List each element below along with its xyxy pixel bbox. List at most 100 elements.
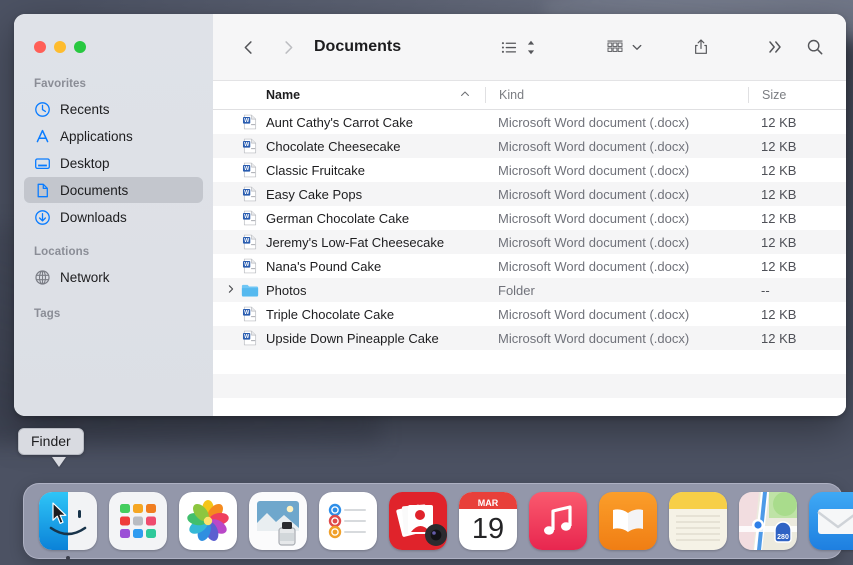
dock-item-calendar[interactable]: MAR 19 <box>459 492 517 550</box>
file-kind-cell: Folder <box>498 282 535 298</box>
download-icon <box>34 209 51 226</box>
more-chevrons-icon[interactable] <box>762 34 788 60</box>
close-button[interactable] <box>34 41 46 53</box>
file-size-cell: 12 KB <box>761 162 797 178</box>
sidebar-item-documents[interactable]: Documents <box>24 177 203 203</box>
dock-item-books[interactable] <box>599 492 657 550</box>
dock-tooltip: Finder <box>18 428 84 455</box>
column-header-kind[interactable]: Kind <box>485 87 748 103</box>
word-document-icon: W <box>240 330 260 346</box>
chevron-down-icon[interactable] <box>628 34 646 60</box>
file-name-label: Easy Cake Pops <box>266 186 363 202</box>
minimize-button[interactable] <box>54 41 66 53</box>
word-document-icon: W <box>240 234 260 250</box>
share-icon[interactable] <box>688 34 714 60</box>
word-document-icon: W <box>240 186 260 202</box>
file-name-label: Jeremy's Low-Fat Cheesecake <box>266 234 445 250</box>
file-size-cell: -- <box>761 282 770 298</box>
page-title: Documents <box>314 38 402 55</box>
table-row[interactable]: W Aunt Cathy's Carrot Cake Microsoft Word … <box>213 110 846 134</box>
sidebar-section-locations: Locations <box>34 246 90 258</box>
sidebar-item-recents[interactable]: Recents <box>24 96 203 122</box>
chevron-up-icon <box>459 88 471 103</box>
file-kind-cell: Microsoft Word document (.docx) <box>498 258 690 274</box>
empty-row <box>213 374 846 398</box>
svg-text:MAR: MAR <box>478 498 499 508</box>
group-view-icon[interactable] <box>602 34 628 60</box>
dock-item-preview[interactable] <box>249 492 307 550</box>
sidebar-item-desktop[interactable]: Desktop <box>24 150 203 176</box>
svg-text:19: 19 <box>472 513 504 545</box>
document-icon <box>34 182 51 199</box>
file-kind-cell: Microsoft Word document (.docx) <box>498 210 690 226</box>
music-icon <box>529 492 587 550</box>
disclosure-triangle-icon[interactable] <box>227 284 240 297</box>
column-header-size[interactable]: Size <box>748 87 846 103</box>
dock-item-reminders[interactable] <box>319 492 377 550</box>
file-name-cell: W Classic Fruitcake <box>213 162 485 178</box>
sidebar-item-label: Applications <box>60 128 133 144</box>
table-row[interactable]: W Triple Chocolate Cake Microsoft Word doc… <box>213 302 846 326</box>
file-name-cell: W Aunt Cathy's Carrot Cake <box>213 114 485 130</box>
table-row[interactable]: W Easy Cake Pops Microsoft Word document (… <box>213 182 846 206</box>
dock-item-launchpad[interactable] <box>109 492 167 550</box>
file-name-cell: W Jeremy's Low-Fat Cheesecake <box>213 234 485 250</box>
column-header-name[interactable]: Name <box>213 88 485 102</box>
mail-icon <box>809 492 853 550</box>
photobooth-icon <box>389 492 447 550</box>
file-size-cell: 12 KB <box>761 114 797 130</box>
file-size-cell: 12 KB <box>761 234 797 250</box>
file-size-cell: 12 KB <box>761 186 797 202</box>
view-controls <box>496 34 540 60</box>
maximize-button[interactable] <box>74 41 86 53</box>
file-kind-cell: Microsoft Word document (.docx) <box>498 186 690 202</box>
desktop: Favorites Recents Applications Desktop D… <box>0 0 853 565</box>
table-row[interactable]: W Jeremy's Low-Fat Cheesecake Microsoft Wo… <box>213 230 846 254</box>
sidebar-item-applications[interactable]: Applications <box>24 123 203 149</box>
svg-text:280: 280 <box>777 534 789 541</box>
folder-icon <box>240 283 260 298</box>
calendar-icon: MAR 19 <box>459 492 517 550</box>
books-icon <box>599 492 657 550</box>
table-row[interactable]: W Nana's Pound Cake Microsoft Word documen… <box>213 254 846 278</box>
file-name-label: Triple Chocolate Cake <box>266 306 395 322</box>
file-name-cell: W Triple Chocolate Cake <box>213 306 485 322</box>
desktop-icon <box>34 155 51 172</box>
dock-item-maps[interactable]: 280 <box>739 492 797 550</box>
forward-button[interactable] <box>275 34 301 60</box>
table-row[interactable]: W Chocolate Cheesecake Microsoft Word docu… <box>213 134 846 158</box>
file-name-cell: W Nana's Pound Cake <box>213 258 485 274</box>
dock-item-mail[interactable] <box>809 492 853 550</box>
list-view-icon[interactable] <box>496 34 522 60</box>
dock-item-notes[interactable] <box>669 492 727 550</box>
file-name-cell: W Chocolate Cheesecake <box>213 138 485 154</box>
sidebar-item-network[interactable]: Network <box>24 264 203 290</box>
sidebar-item-downloads[interactable]: Downloads <box>24 204 203 230</box>
file-name-label: Chocolate Cheesecake <box>266 138 401 154</box>
dock-item-photos[interactable] <box>179 492 237 550</box>
maps-icon: 280 <box>739 492 797 550</box>
table-row[interactable]: W Classic Fruitcake Microsoft Word documen… <box>213 158 846 182</box>
window-controls <box>14 14 213 53</box>
main-pane: Documents Name Kind Size W Aunt Cathy's … <box>213 14 846 416</box>
empty-row <box>213 398 846 416</box>
mouse-cursor <box>52 502 69 531</box>
file-name-cell: W Upside Down Pineapple Cake <box>213 330 485 346</box>
column-headers: Name Kind Size <box>213 81 846 110</box>
dock-item-photo-booth[interactable] <box>389 492 447 550</box>
notes-icon <box>669 492 727 550</box>
group-controls <box>602 34 646 60</box>
table-row[interactable]: W Upside Down Pineapple Cake Microsoft Wor… <box>213 326 846 350</box>
search-icon[interactable] <box>802 34 828 60</box>
reminders-icon <box>319 492 377 550</box>
sort-updown-icon[interactable] <box>522 34 540 60</box>
word-document-icon: W <box>240 258 260 274</box>
file-name-cell: Photos <box>213 283 485 298</box>
file-kind-cell: Microsoft Word document (.docx) <box>498 138 690 154</box>
file-kind-cell: Microsoft Word document (.docx) <box>498 114 690 130</box>
dock-item-music[interactable] <box>529 492 587 550</box>
back-button[interactable] <box>235 34 261 60</box>
file-kind-cell: Microsoft Word document (.docx) <box>498 330 690 346</box>
table-row[interactable]: W German Chocolate Cake Microsoft Word doc… <box>213 206 846 230</box>
table-row[interactable]: Photos Folder -- <box>213 278 846 302</box>
